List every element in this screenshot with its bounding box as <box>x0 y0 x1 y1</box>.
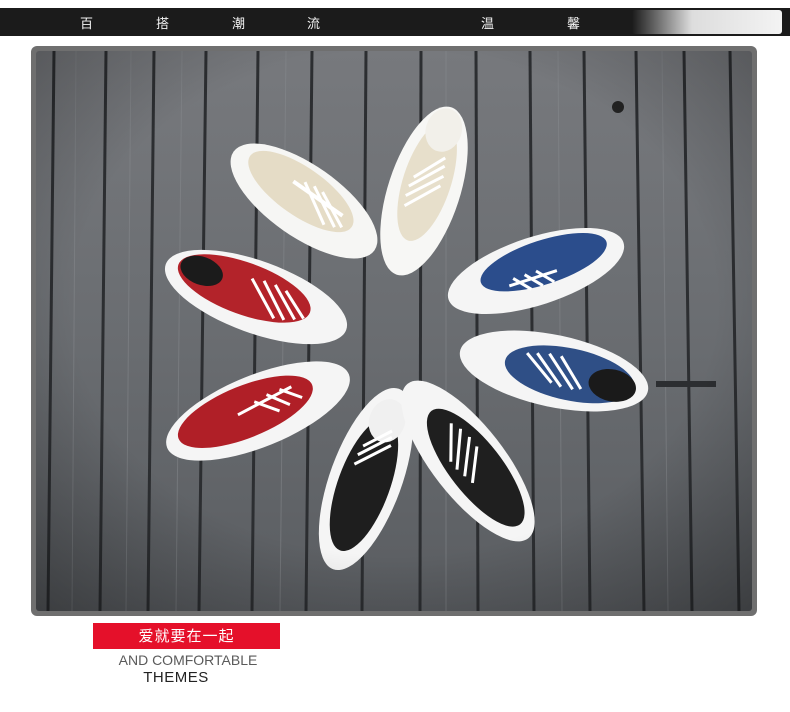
banner-char: 搭 <box>156 17 170 32</box>
banner-glow <box>632 10 782 34</box>
product-photo <box>36 51 752 611</box>
top-banner: 百 搭 潮 流 温 馨 <box>0 8 790 36</box>
banner-char: 馨 <box>567 17 581 32</box>
product-photo-frame <box>31 46 757 616</box>
sneakers-flower-arrangement-icon <box>36 51 752 611</box>
banner-char: 潮 <box>232 17 246 32</box>
caption-subtitle: AND COMFORTABLE <box>118 652 258 668</box>
banner-char: 流 <box>307 17 321 32</box>
caption-tag: 爱就要在一起 <box>93 623 280 649</box>
caption-themes: THEMES <box>143 669 209 686</box>
banner-char: 温 <box>481 17 495 32</box>
banner-char: 百 <box>80 17 94 32</box>
